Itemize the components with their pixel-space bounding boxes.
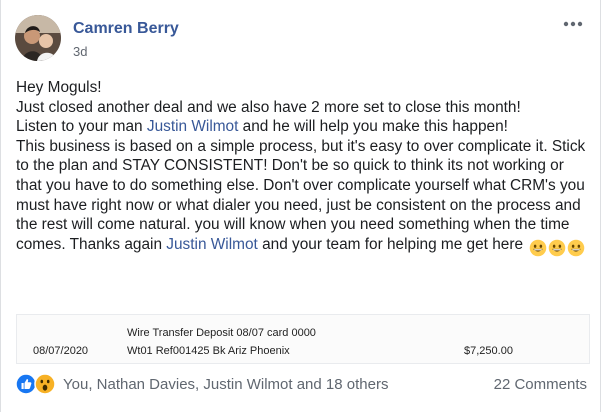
- avatar[interactable]: [15, 15, 61, 61]
- grinning-face-icon: [568, 239, 585, 256]
- emoji-group: [529, 238, 586, 258]
- post-line: and he will help you make this happen!: [238, 118, 508, 136]
- post-header: Camren Berry 3d: [15, 12, 585, 62]
- facebook-post: Camren Berry 3d Hey Moguls! Just closed …: [0, 0, 601, 412]
- mention-link[interactable]: Justin Wilmot: [147, 118, 239, 135]
- post-closing: and your team for helping me get here: [257, 235, 528, 253]
- grinning-face-icon: [549, 239, 566, 256]
- post-line: Just closed another deal and we also hav…: [16, 98, 521, 116]
- transaction-description: Wire Transfer Deposit 08/07 card 0000: [127, 327, 316, 339]
- transaction-amount: $7,250.00: [464, 345, 513, 357]
- grinning-face-icon: [530, 239, 547, 256]
- ellipsis-icon[interactable]: [561, 14, 585, 34]
- comments-count-link[interactable]: 22 Comments: [494, 376, 587, 393]
- attached-image[interactable]: Wire Transfer Deposit 08/07 card 0000 08…: [16, 314, 590, 364]
- post-timestamp[interactable]: 3d: [73, 44, 87, 59]
- transaction-date: 08/07/2020: [33, 345, 89, 357]
- post-body: Hey Moguls! Just closed another deal and…: [16, 78, 591, 257]
- author-name[interactable]: Camren Berry: [73, 20, 179, 38]
- post-footer: You, Nathan Davies, Justin Wilmot and 18…: [15, 368, 587, 402]
- post-greeting: Hey Moguls!: [16, 79, 102, 96]
- post-line: Listen to your man: [16, 118, 147, 136]
- reactions-text: You, Nathan Davies, Justin Wilmot and 18…: [63, 376, 389, 393]
- mention-link[interactable]: Justin Wilmot: [166, 236, 258, 253]
- transaction-reference: Wt01 Ref001425 Bk Ariz Phoenix: [127, 345, 290, 357]
- wow-icon: [34, 373, 56, 395]
